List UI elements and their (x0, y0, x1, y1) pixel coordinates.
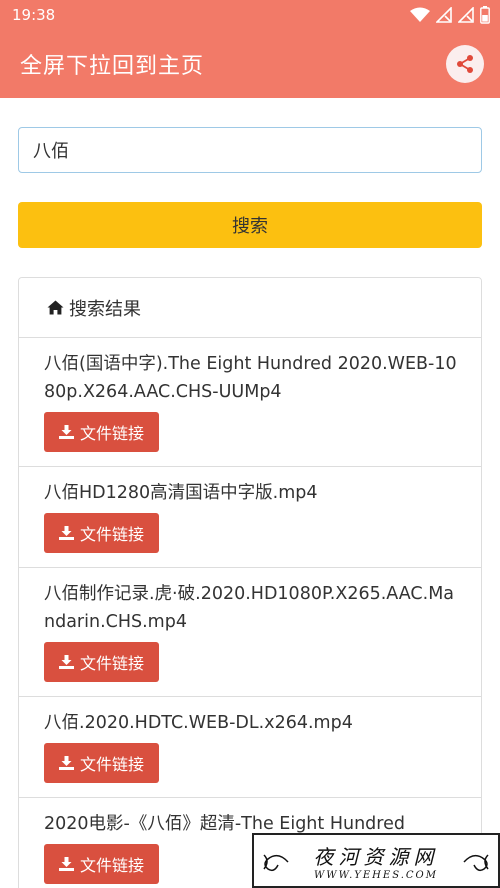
battery-icon (480, 6, 490, 24)
download-icon (58, 425, 74, 439)
wifi-icon (410, 7, 430, 22)
status-time: 19:38 (12, 6, 56, 24)
result-item: 八佰.2020.HDTC.WEB-DL.x264.mp4 文件链接 (19, 697, 481, 798)
file-link-button[interactable]: 文件链接 (44, 743, 159, 783)
app-title: 全屏下拉回到主页 (20, 54, 205, 79)
search-button[interactable]: 搜索 (18, 202, 482, 248)
file-link-label: 文件链接 (79, 424, 144, 443)
results-heading-label: 搜索结果 (69, 298, 141, 320)
file-link-button[interactable]: 文件链接 (44, 844, 159, 884)
status-bar: 19:38 (0, 0, 500, 30)
ornament-icon (263, 854, 289, 872)
result-title: 八佰(国语中字).The Eight Hundred 2020.WEB-1080… (44, 354, 457, 402)
status-icons (410, 6, 490, 24)
file-link-label: 文件链接 (79, 755, 144, 774)
download-icon (58, 857, 74, 871)
result-title: 八佰HD1280高清国语中字版.mp4 (44, 483, 318, 503)
site-watermark: 夜河资源网 WWW.YEHES.COM (252, 833, 500, 888)
file-link-label: 文件链接 (79, 856, 144, 875)
result-title: 八佰.2020.HDTC.WEB-DL.x264.mp4 (44, 713, 353, 733)
ornament-icon (463, 854, 489, 872)
search-input[interactable] (18, 127, 482, 173)
signal-off-icon-2 (458, 7, 474, 23)
file-link-button[interactable]: 文件链接 (44, 513, 159, 553)
download-icon (58, 526, 74, 540)
result-item: 八佰HD1280高清国语中字版.mp4 文件链接 (19, 467, 481, 568)
results-heading: 搜索结果 (19, 278, 481, 338)
app-bar: 全屏下拉回到主页 (0, 30, 500, 98)
file-link-button[interactable]: 文件链接 (44, 642, 159, 682)
download-icon (58, 655, 74, 669)
share-icon (457, 55, 473, 73)
watermark-title: 夜河资源网 (313, 844, 439, 869)
file-link-button[interactable]: 文件链接 (44, 412, 159, 452)
file-link-label: 文件链接 (79, 525, 144, 544)
search-area (0, 98, 500, 173)
result-item: 八佰(国语中字).The Eight Hundred 2020.WEB-1080… (19, 338, 481, 467)
home-icon (47, 300, 64, 315)
share-button[interactable] (446, 45, 484, 83)
download-icon (58, 756, 74, 770)
result-title: 八佰制作记录.虎·破.2020.HD1080P.X265.AAC.Mandari… (44, 584, 455, 632)
signal-off-icon (436, 7, 452, 23)
file-link-label: 文件链接 (79, 654, 144, 673)
watermark-url: WWW.YEHES.COM (314, 869, 438, 881)
results-panel: 搜索结果 八佰(国语中字).The Eight Hundred 2020.WEB… (18, 277, 482, 888)
result-item: 八佰制作记录.虎·破.2020.HD1080P.X265.AAC.Mandari… (19, 568, 481, 697)
